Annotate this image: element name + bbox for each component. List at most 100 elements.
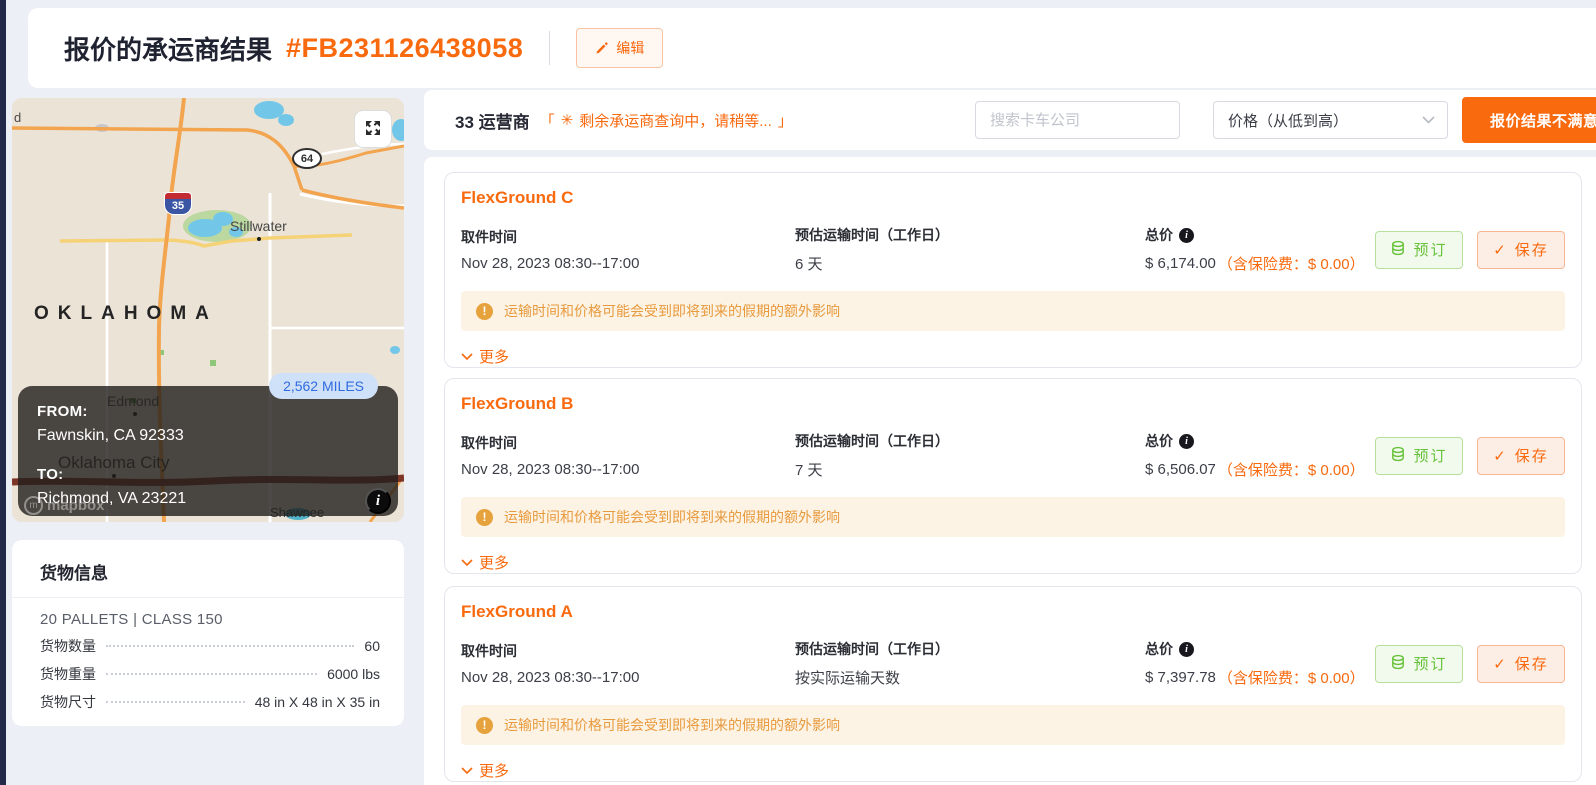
book-button-label: 预订 (1413, 239, 1447, 260)
cargo-quantity-label: 货物数量 (40, 636, 96, 656)
sort-select-value: 价格（从低到高） (1228, 110, 1348, 131)
warning-icon: ! (476, 717, 493, 734)
order-number: #FB231126438058 (286, 33, 523, 64)
mapbox-label: mapbox (47, 497, 105, 514)
left-edge-strip (0, 0, 6, 785)
chevron-down-icon (461, 353, 473, 361)
book-button[interactable]: 预订 (1375, 231, 1463, 269)
search-input[interactable] (975, 101, 1180, 139)
price-info-icon[interactable]: i (1179, 228, 1194, 243)
carrier-card: FlexGround A 取件时间 Nov 28, 2023 08:30--17… (444, 586, 1582, 782)
warning-text: 运输时间和价格可能会受到即将到来的假期的额外影响 (504, 507, 840, 527)
carrier-card: FlexGround C 取件时间 Nov 28, 2023 08:30--17… (444, 172, 1582, 368)
cargo-info-panel: 货物信息 20 PALLETS | CLASS 150 货物数量 60 货物重量… (12, 540, 404, 726)
transit-time-value: 按实际运输天数 (795, 667, 1145, 688)
insurance-note: （含保险费：$ 0.00） (1218, 253, 1365, 274)
us-route-64-shield: 64 (292, 148, 322, 169)
total-price-value: $ 7,397.78 (1145, 669, 1216, 686)
pickup-time-label: 取件时间 (461, 641, 795, 661)
total-price-value: $ 6,174.00 (1145, 255, 1216, 272)
total-price-label: 总价 (1145, 639, 1173, 659)
chevron-down-icon (461, 767, 473, 775)
expand-icon (363, 118, 383, 141)
cargo-dimensions-value: 48 in X 48 in X 35 in (255, 694, 380, 710)
from-label: FROM: (37, 403, 380, 420)
save-button[interactable]: ✓ 保存 (1477, 231, 1565, 269)
insurance-note: （含保险费：$ 0.00） (1218, 667, 1365, 688)
total-price-label: 总价 (1145, 431, 1173, 451)
check-icon: ✓ (1493, 447, 1508, 465)
warning-icon: ! (476, 303, 493, 320)
from-address: Fawnskin, CA 92333 (37, 427, 380, 445)
map-road-label-fragment: d (14, 110, 21, 125)
holiday-warning-banner: ! 运输时间和价格可能会受到即将到来的假期的额外影响 (461, 705, 1565, 745)
save-button[interactable]: ✓ 保存 (1477, 645, 1565, 683)
chevron-down-icon (1422, 116, 1435, 124)
map-attribution: m mapbox (24, 496, 105, 515)
cargo-weight-value: 6000 lbs (327, 666, 380, 682)
quote-feedback-button[interactable]: 报价结果不满意 (1462, 97, 1596, 143)
warning-icon: ! (476, 509, 493, 526)
cargo-weight-label: 货物重量 (40, 664, 96, 684)
quote-results-page: 报价的承运商结果 #FB231126438058 编辑 (0, 0, 1596, 785)
bracket-open: 「 (540, 110, 555, 131)
map-city-dot (257, 237, 261, 241)
more-toggle[interactable]: 更多 (461, 346, 531, 367)
sort-select[interactable]: 价格（从低到高） (1213, 101, 1448, 139)
carrier-name: FlexGround A (461, 602, 1565, 622)
map-city-label-stillwater: Stillwater (230, 218, 287, 234)
save-button-label: 保存 (1515, 445, 1549, 466)
pencil-icon (595, 41, 609, 55)
book-button[interactable]: 预订 (1375, 645, 1463, 683)
carrier-detail-row: 取件时间 Nov 28, 2023 08:30--17:00 预估运输时间（工作… (461, 431, 1565, 480)
coins-icon (1390, 446, 1406, 466)
edit-button-label: 编辑 (616, 38, 644, 58)
carrier-count: 33 运营商 (455, 108, 530, 133)
loading-message: 剩余承运商查询中，请稍等... (579, 110, 772, 131)
pickup-time-label: 取件时间 (461, 433, 795, 453)
results-toolbar: 33 运营商 「 ✳ 剩余承运商查询中，请稍等... 」 价格（从低到高） 报价… (424, 90, 1596, 150)
dotted-leader (106, 673, 317, 675)
pickup-time-value: Nov 28, 2023 08:30--17:00 (461, 669, 795, 686)
carrier-detail-row: 取件时间 Nov 28, 2023 08:30--17:00 预估运输时间（工作… (461, 225, 1565, 274)
pickup-time-value: Nov 28, 2023 08:30--17:00 (461, 461, 795, 478)
edit-button[interactable]: 编辑 (576, 28, 663, 68)
warning-text: 运输时间和价格可能会受到即将到来的假期的额外影响 (504, 715, 840, 735)
dotted-leader (106, 645, 354, 647)
bracket-close: 」 (778, 110, 793, 131)
save-button-label: 保存 (1515, 653, 1549, 674)
map-expand-button[interactable] (354, 110, 392, 148)
map-info-button[interactable]: i (365, 488, 391, 514)
holiday-warning-banner: ! 运输时间和价格可能会受到即将到来的假期的额外影响 (461, 291, 1565, 331)
insurance-note: （含保险费：$ 0.00） (1218, 459, 1365, 480)
price-info-icon[interactable]: i (1179, 642, 1194, 657)
more-toggle[interactable]: 更多 (461, 552, 531, 573)
book-button[interactable]: 预订 (1375, 437, 1463, 475)
more-label: 更多 (479, 552, 509, 573)
carrier-detail-row: 取件时间 Nov 28, 2023 08:30--17:00 预估运输时间（工作… (461, 639, 1565, 688)
carrier-name: FlexGround C (461, 188, 1565, 208)
cargo-panel-body: 20 PALLETS | CLASS 150 货物数量 60 货物重量 6000… (12, 598, 404, 712)
coins-icon (1390, 240, 1406, 260)
spinner-icon: ✳ (561, 111, 574, 129)
page-title: 报价的承运商结果 (64, 30, 272, 67)
dotted-leader (106, 701, 245, 703)
carrier-card: FlexGround B 取件时间 Nov 28, 2023 08:30--17… (444, 378, 1582, 574)
holiday-warning-banner: ! 运输时间和价格可能会受到即将到来的假期的额外影响 (461, 497, 1565, 537)
check-icon: ✓ (1493, 655, 1508, 673)
carrier-results-panel: FlexGround C 取件时间 Nov 28, 2023 08:30--17… (424, 157, 1596, 785)
to-label: TO: (37, 466, 380, 483)
cargo-quantity-value: 60 (364, 638, 380, 654)
save-button[interactable]: ✓ 保存 (1477, 437, 1565, 475)
price-info-icon[interactable]: i (1179, 434, 1194, 449)
warning-text: 运输时间和价格可能会受到即将到来的假期的额外影响 (504, 301, 840, 321)
total-price-value: $ 6,506.07 (1145, 461, 1216, 478)
carrier-name: FlexGround B (461, 394, 1565, 414)
transit-time-label: 预估运输时间（工作日） (795, 639, 1145, 659)
book-button-label: 预订 (1413, 653, 1447, 674)
transit-time-label: 预估运输时间（工作日） (795, 431, 1145, 451)
more-toggle[interactable]: 更多 (461, 760, 531, 781)
route-map[interactable]: d Stillwater OKLAHOMA Edmond Oklahoma Ci… (12, 98, 404, 522)
cargo-dimensions-label: 货物尺寸 (40, 692, 96, 712)
transit-time-value: 6 天 (795, 253, 1145, 274)
